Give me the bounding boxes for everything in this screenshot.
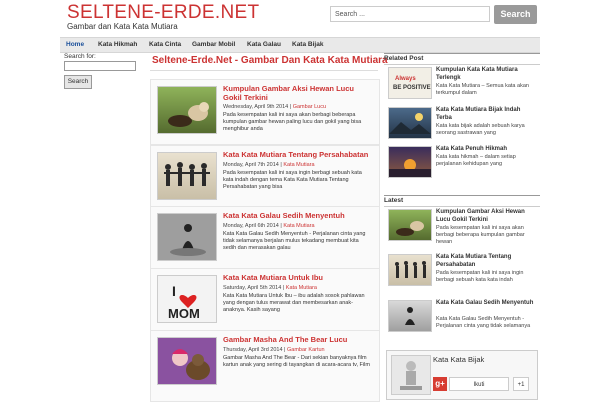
- post-card: I MOM Kata Kata Mutiara Untuk Ibu Saturd…: [150, 268, 380, 334]
- google-plus-badge: Kata Kata Bijak g+ Ikuti +1: [386, 350, 538, 400]
- latest-item: Kata Kata Galau Sedih Menyentuh Kata Kat…: [384, 300, 540, 340]
- post-meta: Monday, April 6th 2014 | Kata Mutiara: [223, 223, 315, 229]
- post-title[interactable]: Kumpulan Gambar Aksi Hewan Lucu Gokil Te…: [223, 84, 373, 102]
- nav-item-kata-galau[interactable]: Kata Galau: [247, 41, 281, 48]
- latest-title[interactable]: Kata Kata Mutiara Tentang Persahabatan: [436, 254, 536, 269]
- post-thumbnail[interactable]: [157, 86, 217, 134]
- post-meta: Thursday, April 3rd 2014 | Gambar Kartun: [223, 347, 325, 353]
- post-excerpt: Pada kesempatan kali ini saya akan berba…: [223, 112, 362, 132]
- post-excerpt: Pada kesempatan kali ini saya ingin berb…: [223, 170, 362, 190]
- sad-person-icon: [158, 214, 216, 260]
- page-title[interactable]: Seltene-Erde.Net - Gambar Dan Kata Kata …: [152, 55, 388, 66]
- post-meta: Monday, April 7th 2014 | Kata Mutiara: [223, 162, 315, 168]
- post-excerpt: Kata Kata Mutiara Untuk Ibu – ibu adalah…: [223, 293, 365, 313]
- post-title[interactable]: Kata Kata Galau Sedih Menyentuh: [223, 211, 373, 220]
- post-thumbnail[interactable]: I MOM: [157, 275, 217, 323]
- related-item: Kata Kata Mutiara Bijak Indah Terba Kata…: [384, 107, 540, 143]
- post-category[interactable]: Gambar Lucu: [293, 104, 326, 110]
- post-title[interactable]: Kata Kata Mutiara Tentang Persahabatan: [223, 150, 373, 159]
- svg-text:I: I: [172, 283, 176, 299]
- post-category[interactable]: Gambar Kartun: [287, 347, 325, 353]
- post-thumbnail[interactable]: [157, 152, 217, 200]
- thinking-figure-icon: [400, 361, 422, 390]
- sidebar-search-input[interactable]: [64, 61, 136, 71]
- sidebar-search-button[interactable]: Search: [64, 75, 92, 89]
- latest-excerpt: Pada kesempatan kali ini saya akan berba…: [436, 225, 525, 245]
- related-excerpt: Kata kata hikmah – dalam setiap perjalan…: [436, 154, 516, 167]
- follow-button[interactable]: Ikuti: [449, 377, 509, 391]
- animal-image-icon: [396, 221, 424, 236]
- latest-item: Kumpulan Gambar Aksi Hewan Lucu Gokil Te…: [384, 209, 540, 249]
- related-title[interactable]: Kata Kata Mutiara Bijak Indah Terba: [436, 107, 536, 122]
- google-plus-icon[interactable]: g+: [433, 377, 447, 391]
- plus-one-button[interactable]: +1: [513, 377, 529, 391]
- post-category[interactable]: Kata Mutiara: [283, 162, 314, 168]
- divider: [150, 70, 378, 71]
- post-thumbnail[interactable]: [157, 337, 217, 385]
- post-thumbnail[interactable]: [157, 213, 217, 261]
- be-positive-icon: Always BE POSITIVE!: [393, 76, 431, 91]
- friends-silhouette-icon: [395, 261, 426, 278]
- related-excerpt: Kata kata bijak adalah sebuah karya seor…: [436, 123, 525, 136]
- latest-thumbnail[interactable]: [388, 209, 432, 241]
- post-title[interactable]: Gambar Masha And The Bear Lucu: [223, 335, 373, 344]
- post-excerpt: Gambar Masha And The Bear - Dari sekian …: [223, 355, 370, 368]
- animal-image-icon: [168, 102, 209, 127]
- post-meta: Saturday, April 5th 2014 | Kata Mutiara: [223, 285, 317, 291]
- sad-person-icon: [405, 307, 415, 325]
- badge-avatar[interactable]: [391, 355, 431, 395]
- landscape-icon: [389, 113, 431, 134]
- related-item: Kata Kata Penuh Hikmah Kata kata hikmah …: [384, 146, 540, 182]
- svg-text:BE POSITIVE!: BE POSITIVE!: [393, 85, 431, 91]
- related-post-heading: Related Post: [384, 53, 540, 65]
- badge-name[interactable]: Kata Kata Bijak: [433, 355, 484, 364]
- post-category[interactable]: Kata Mutiara: [286, 285, 317, 291]
- post-title[interactable]: Kata Kata Mutiara Untuk Ibu: [223, 273, 373, 282]
- related-item: Always BE POSITIVE! Kumpulan Kata Kata M…: [384, 67, 540, 103]
- search-label: Search for:: [64, 53, 96, 60]
- post-category[interactable]: Kata Mutiara: [283, 223, 314, 229]
- search-button[interactable]: Search: [494, 5, 537, 24]
- left-sidebar-search: Search for: Search: [64, 52, 144, 89]
- related-thumbnail[interactable]: [388, 107, 432, 139]
- heart-mom-icon: I MOM: [168, 283, 200, 321]
- site-title[interactable]: SELTENE-ERDE.NET: [67, 2, 259, 24]
- masha-bear-icon: [158, 338, 216, 384]
- latest-excerpt: Pada kesempatan kali ini saya ingin berb…: [436, 270, 524, 283]
- post-meta: Wednesday, April 9th 2014 | Gambar Lucu: [223, 104, 327, 110]
- post-excerpt: Kata Kata Galau Sedih Menyentuh - Perjal…: [223, 231, 366, 251]
- related-thumbnail[interactable]: Always BE POSITIVE!: [388, 67, 432, 99]
- site-header: SELTENE-ERDE.NET Gambar dan Kata Kata Mu…: [0, 0, 600, 38]
- latest-thumbnail[interactable]: [388, 254, 432, 286]
- latest-title[interactable]: Kata Kata Galau Sedih Menyentuh: [436, 300, 536, 308]
- svg-text:MOM: MOM: [168, 306, 200, 321]
- post-card: Kata Kata Mutiara Tentang Persahabatan M…: [150, 145, 380, 211]
- related-excerpt: Kata Kata Mutiara – Semua kata akan terk…: [436, 83, 529, 96]
- nav-item-kata-bijak[interactable]: Kata Bijak: [292, 41, 323, 48]
- related-title[interactable]: Kumpulan Kata Kata Mutiara Terlengk: [436, 67, 536, 82]
- nav-item-kata-hikmah[interactable]: Kata Hikmah: [98, 41, 137, 48]
- main-nav: Home Kata Hikmah Kata Cinta Gambar Mobil…: [60, 37, 540, 53]
- latest-heading: Latest: [384, 195, 540, 207]
- latest-excerpt: Kata Kata Galau Sedih Menyentuh - Perjal…: [436, 316, 531, 329]
- search-input[interactable]: Search ...: [330, 6, 490, 22]
- latest-thumbnail[interactable]: [388, 300, 432, 332]
- post-card: Gambar Masha And The Bear Lucu Thursday,…: [150, 330, 380, 402]
- latest-title[interactable]: Kumpulan Gambar Aksi Hewan Lucu Gokil Te…: [436, 209, 536, 224]
- nav-item-kata-cinta[interactable]: Kata Cinta: [149, 41, 181, 48]
- related-thumbnail[interactable]: [388, 146, 432, 178]
- friends-silhouette-icon: [164, 162, 210, 186]
- sunset-icon: [389, 159, 431, 177]
- svg-text:Always: Always: [395, 76, 416, 82]
- post-card: Kata Kata Galau Sedih Menyentuh Monday, …: [150, 206, 380, 272]
- related-title[interactable]: Kata Kata Penuh Hikmah: [436, 146, 536, 154]
- nav-item-home[interactable]: Home: [66, 41, 84, 48]
- latest-item: Kata Kata Mutiara Tentang Persahabatan P…: [384, 254, 540, 294]
- nav-item-gambar-mobil[interactable]: Gambar Mobil: [192, 41, 235, 48]
- post-card: Kumpulan Gambar Aksi Hewan Lucu Gokil Te…: [150, 79, 380, 145]
- site-description: Gambar dan Kata Kata Mutiara: [67, 22, 178, 31]
